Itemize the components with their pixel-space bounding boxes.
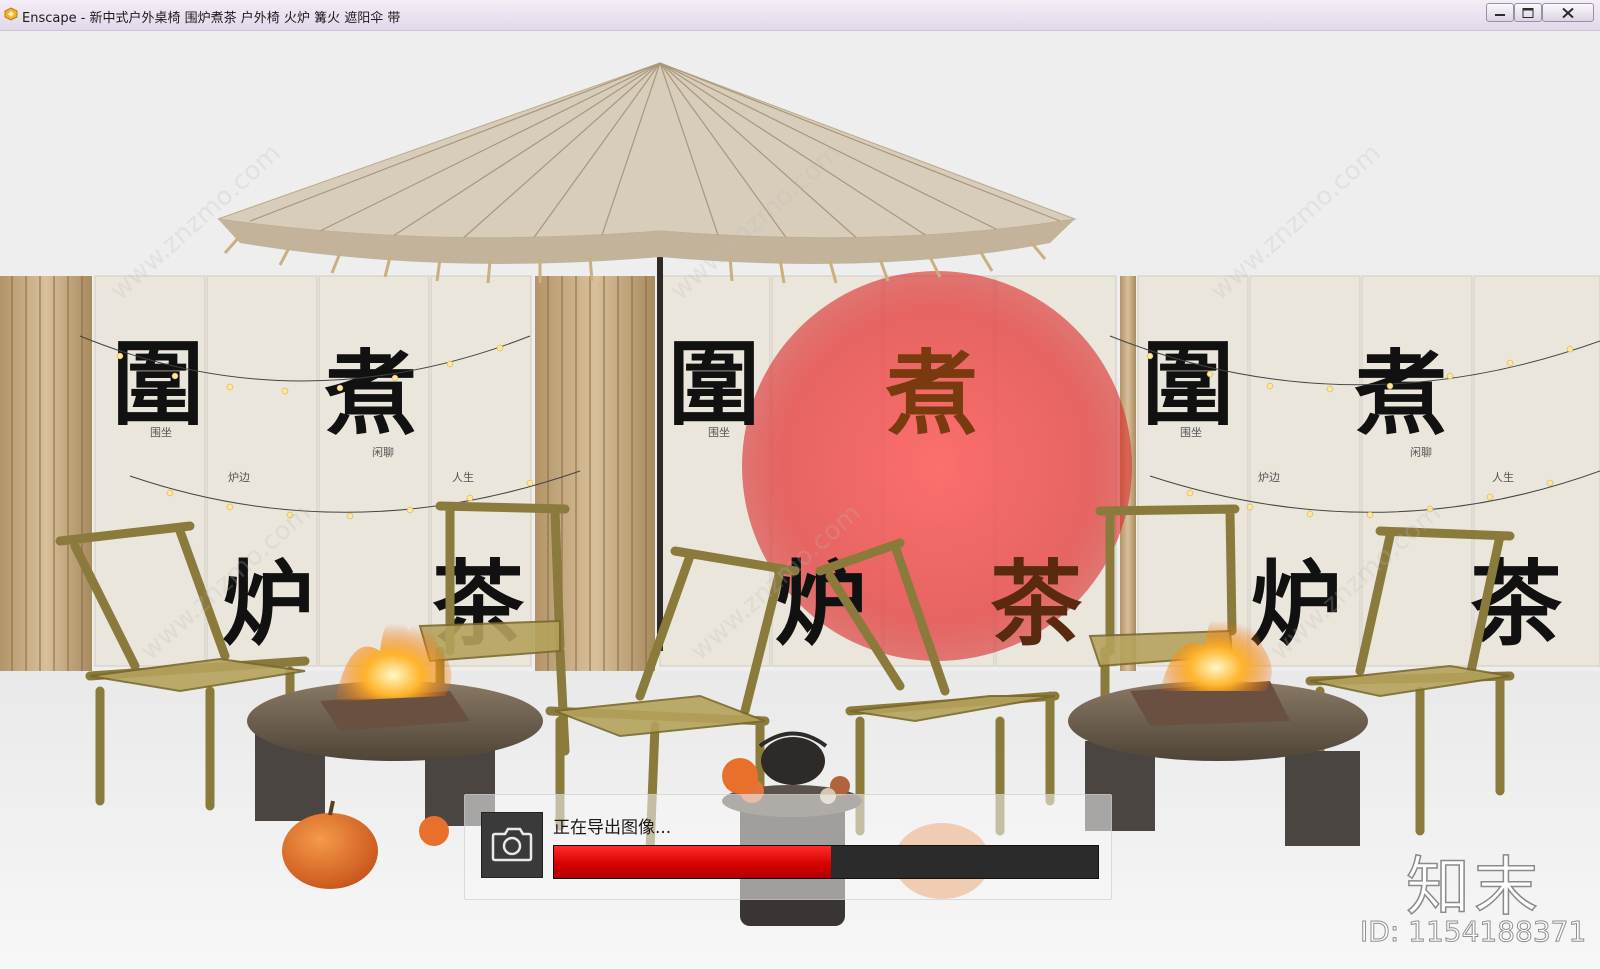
minimize-icon bbox=[1495, 13, 1505, 16]
svg-text:人生: 人生 bbox=[452, 470, 474, 484]
svg-text:炉边: 炉边 bbox=[228, 471, 250, 484]
window-titlebar[interactable]: Enscape - 新中式户外桌椅 围炉煮茶 户外椅 火炉 篝火 遮阳伞 带 bbox=[0, 0, 1600, 31]
svg-text:闲聊: 闲聊 bbox=[1410, 445, 1432, 459]
svg-text:炉边: 炉边 bbox=[1258, 471, 1280, 484]
svg-text:围坐: 围坐 bbox=[1180, 426, 1202, 439]
render-viewport[interactable]: 圍 煮 炉 茶 圍 煮 炉 茶 圍 煮 炉 茶 围坐 闲聊 炉边 人生 围坐 围… bbox=[0, 31, 1600, 969]
camera-icon bbox=[491, 827, 533, 862]
minimize-button[interactable] bbox=[1486, 3, 1514, 22]
watermark-id: ID: 1154188371 bbox=[1359, 915, 1587, 949]
svg-text:煮: 煮 bbox=[324, 340, 417, 448]
svg-text:围坐: 围坐 bbox=[150, 426, 172, 439]
enscape-logo-icon bbox=[4, 7, 18, 21]
maximize-icon bbox=[1522, 7, 1534, 18]
export-progress-dialog: 正在导出图像... bbox=[464, 794, 1112, 900]
export-status-label: 正在导出图像... bbox=[553, 818, 672, 838]
svg-text:圍: 圍 bbox=[668, 330, 760, 438]
export-progress-fill bbox=[554, 846, 832, 878]
window-title: Enscape - 新中式户外桌椅 围炉煮茶 户外椅 火炉 篝火 遮阳伞 带 bbox=[22, 11, 401, 26]
svg-text:人生: 人生 bbox=[1492, 470, 1514, 484]
svg-text:圍: 圍 bbox=[112, 330, 204, 438]
close-icon bbox=[1562, 7, 1574, 18]
svg-text:圍: 圍 bbox=[1142, 330, 1234, 438]
svg-text:煮: 煮 bbox=[885, 340, 978, 448]
screenshot-button[interactable] bbox=[481, 812, 543, 878]
svg-text:围坐: 围坐 bbox=[708, 426, 730, 439]
svg-text:闲聊: 闲聊 bbox=[372, 445, 394, 459]
svg-text:煮: 煮 bbox=[1354, 340, 1447, 448]
export-progress-bar bbox=[553, 845, 1099, 879]
svg-text:茶: 茶 bbox=[990, 550, 1083, 658]
close-button[interactable] bbox=[1542, 3, 1594, 22]
maximize-button[interactable] bbox=[1514, 3, 1542, 22]
